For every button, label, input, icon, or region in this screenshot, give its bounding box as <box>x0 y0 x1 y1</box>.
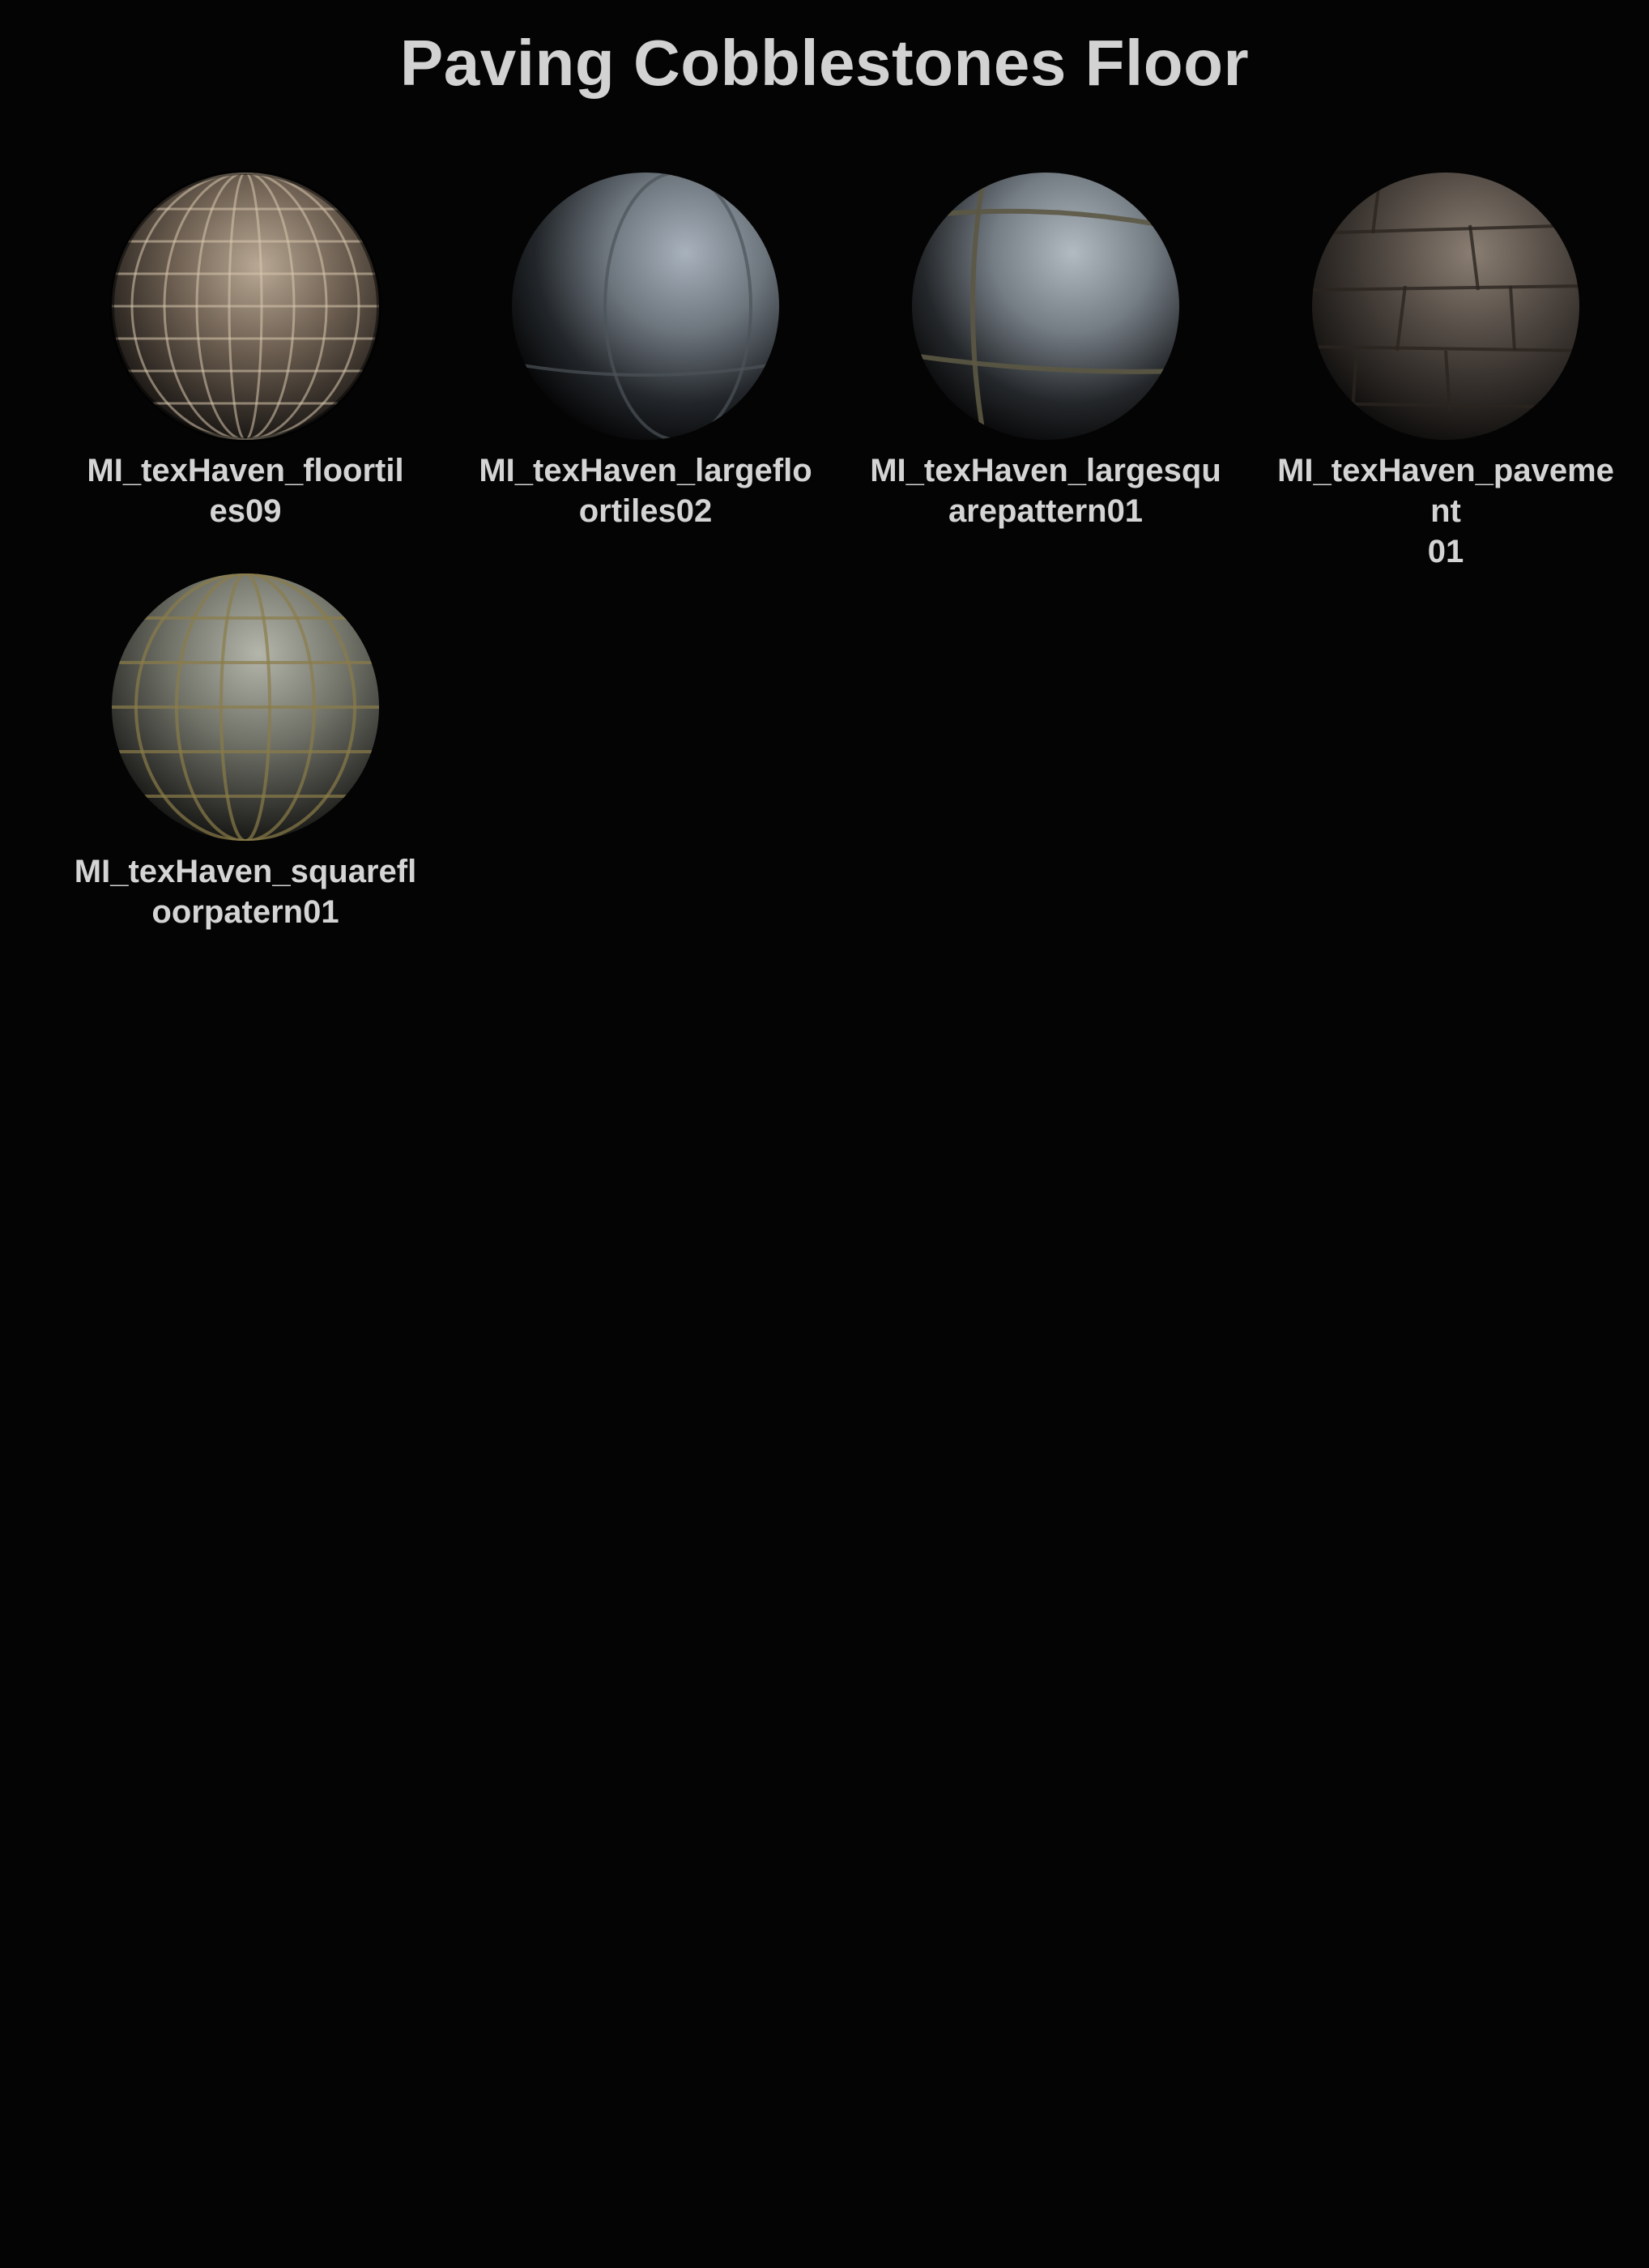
material-name-label: MI_texHaven_pavement 01 <box>1277 453 1614 569</box>
material-sphere-icon <box>108 569 383 845</box>
material-asset-card[interactable]: MI_texHaven_largeflo ortiles02 <box>467 168 824 531</box>
page-title: Paving Cobblestones Floor <box>399 27 1250 99</box>
material-name-label: MI_texHaven_largeflo ortiles02 <box>479 453 812 529</box>
material-sphere-icon <box>1308 168 1583 444</box>
material-name-label: MI_texHaven_largesqu arepattern01 <box>870 453 1221 529</box>
material-asset-card[interactable]: MI_texHaven_largesqu arepattern01 <box>867 168 1224 531</box>
material-name-label: MI_texHaven_squarefl oorpatern01 <box>74 854 417 930</box>
material-sphere-icon <box>108 168 383 444</box>
material-sphere-icon <box>508 168 783 444</box>
material-sphere-icon <box>908 168 1183 444</box>
material-asset-card[interactable]: MI_texHaven_squarefl oorpatern01 <box>67 569 424 932</box>
material-asset-card[interactable]: MI_texHaven_floortil es09 <box>67 168 424 531</box>
material-asset-card[interactable]: MI_texHaven_pavement 01 <box>1268 168 1624 572</box>
material-name-label: MI_texHaven_floortil es09 <box>87 453 404 529</box>
